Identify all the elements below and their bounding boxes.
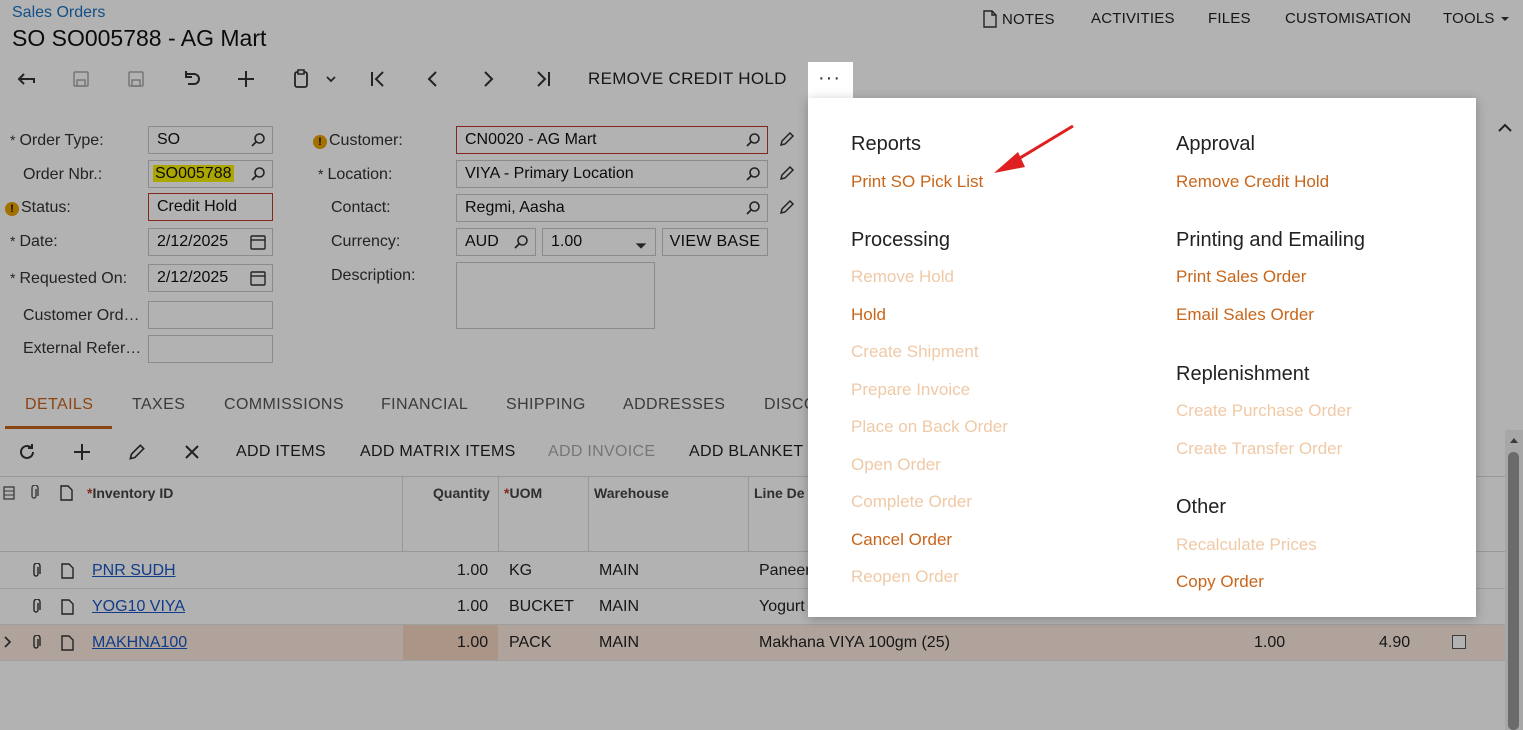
menu-item-recalculate-prices[interactable]: Recalculate Prices (1176, 535, 1317, 555)
menu-item-create-purchase-order[interactable]: Create Purchase Order (1176, 401, 1352, 421)
menu-item-create-shipment[interactable]: Create Shipment (851, 342, 979, 362)
menu-item-create-transfer-order[interactable]: Create Transfer Order (1176, 439, 1342, 459)
collapse-icon[interactable] (1497, 122, 1513, 134)
menu-item-remove-hold[interactable]: Remove Hold (851, 267, 954, 287)
processing-heading: Processing (851, 229, 950, 251)
more-icon: ··· (818, 67, 841, 89)
menu-item-print-sales-order[interactable]: Print Sales Order (1176, 267, 1306, 287)
menu-item-complete-order[interactable]: Complete Order (851, 492, 972, 512)
approval-heading: Approval (1176, 133, 1255, 155)
reports-heading: Reports (851, 133, 922, 155)
more-actions-dropdown: Reports Print SO Pick List Processing Re… (808, 98, 1476, 617)
menu-item-prepare-invoice[interactable]: Prepare Invoice (851, 380, 970, 400)
menu-item-print-so-pick-list[interactable]: Print SO Pick List (851, 172, 983, 192)
menu-item-open-order[interactable]: Open Order (851, 455, 941, 475)
replenishment-heading: Replenishment (1176, 363, 1310, 385)
menu-item-remove-credit-hold[interactable]: Remove Credit Hold (1176, 172, 1329, 192)
menu-item-email-sales-order[interactable]: Email Sales Order (1176, 305, 1314, 325)
menu-item-cancel-order[interactable]: Cancel Order (851, 530, 952, 550)
menu-item-place-on-back-order[interactable]: Place on Back Order (851, 417, 1008, 437)
menu-item-copy-order[interactable]: Copy Order (1176, 572, 1264, 592)
printing-emailing-heading: Printing and Emailing (1176, 229, 1365, 251)
menu-item-hold[interactable]: Hold (851, 305, 886, 325)
annotation-arrow-icon (994, 124, 1074, 173)
more-actions-button[interactable]: ··· (808, 62, 853, 98)
menu-item-reopen-order[interactable]: Reopen Order (851, 567, 959, 587)
other-heading: Other (1176, 496, 1227, 518)
